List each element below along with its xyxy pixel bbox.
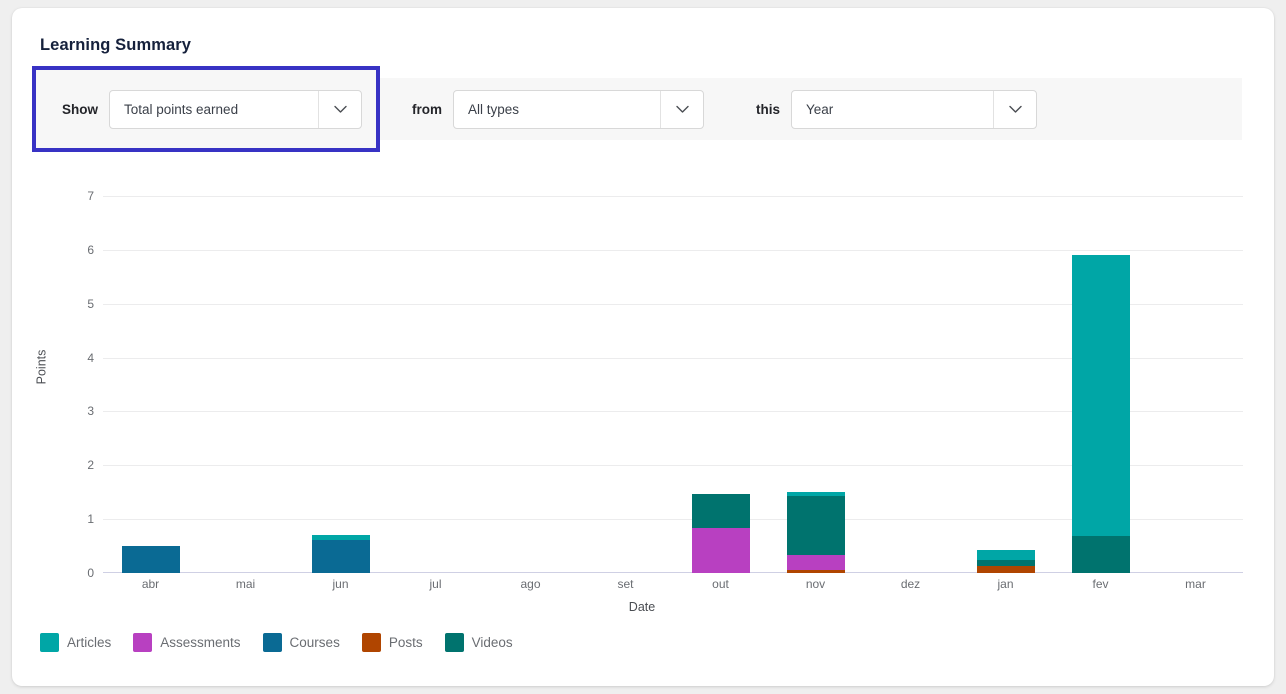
filter-group-from: from All types — [386, 78, 704, 140]
bar-nov[interactable] — [786, 492, 845, 573]
x-axis-label: Date — [628, 600, 656, 614]
y-axis-tick: 6 — [87, 242, 94, 257]
select-show[interactable]: Total points earned — [109, 89, 362, 129]
bar-segment-assessments[interactable] — [786, 555, 845, 571]
y-axis-tick: 0 — [87, 566, 94, 580]
bar-segment-articles[interactable] — [1071, 255, 1130, 537]
legend-item-posts[interactable]: Posts — [361, 633, 423, 652]
filter-label-show: Show — [62, 101, 98, 117]
x-axis-tick: ago — [520, 577, 541, 591]
bar-out[interactable] — [691, 493, 750, 573]
bar-segment-posts[interactable] — [976, 565, 1035, 573]
legend-label: Videos — [471, 635, 513, 650]
bar-jun[interactable] — [311, 535, 370, 573]
y-axis-tick: 4 — [87, 350, 94, 365]
bar-segment-courses[interactable] — [311, 539, 370, 573]
legend-swatch-assessments — [133, 633, 153, 652]
x-axis-tick: mar — [1185, 577, 1206, 591]
bar-segment-videos[interactable] — [1071, 536, 1130, 573]
bar-jan[interactable] — [976, 550, 1035, 573]
learning-summary-chart: Points 0 1 2 3 4 5 6 7 abr mai jun jul ago set out nov… — [34, 158, 1248, 628]
bar-segment-assessments[interactable] — [691, 528, 750, 573]
chart-legend: Articles Assessments Courses Posts Videos — [40, 633, 535, 652]
x-axis-tick: dez — [900, 577, 921, 591]
select-value-this: Year — [806, 101, 834, 117]
legend-swatch-courses — [262, 633, 282, 652]
legend-swatch-articles — [40, 633, 59, 652]
page-title: Learning Summary — [40, 36, 192, 54]
x-axis-tick: nov — [805, 577, 826, 591]
select-value-show: Total points earned — [124, 101, 239, 117]
filter-label-from: from — [412, 101, 442, 117]
x-axis-tick: jul — [429, 577, 442, 591]
bar-segment-posts[interactable] — [786, 570, 845, 573]
filter-group-show: Show Total points earned — [32, 66, 380, 152]
bar-segment-videos[interactable] — [786, 495, 845, 556]
legend-label: Courses — [289, 635, 340, 650]
bar-abr[interactable] — [121, 546, 180, 573]
x-axis-tick: set — [617, 577, 634, 591]
select-from[interactable]: All types — [453, 89, 704, 129]
legend-swatch-posts — [361, 633, 381, 652]
y-axis-tick: 1 — [87, 512, 94, 527]
legend-label: Assessments — [160, 635, 241, 650]
x-axis-tick: jun — [332, 577, 349, 591]
x-axis-tick: abr — [141, 577, 160, 591]
x-axis-tick: jan — [997, 577, 1014, 591]
gridline — [103, 196, 1243, 197]
x-axis-tick: fev — [1092, 577, 1109, 591]
chevron-down-icon[interactable] — [318, 90, 361, 128]
bar-fev[interactable] — [1071, 255, 1130, 573]
plot-area — [103, 196, 1243, 573]
x-axis-ticks: abr mai jun jul ago set out nov dez jan fev mar — [103, 577, 1243, 597]
y-axis-tick: 2 — [87, 458, 94, 473]
filter-toolbar: Show Total points earned from All types this… — [32, 66, 1242, 152]
filter-group-this: this Year — [730, 78, 1038, 140]
x-axis-tick: mai — [235, 577, 256, 591]
legend-item-assessments[interactable]: Assessments — [133, 633, 241, 652]
legend-swatch-videos — [444, 633, 464, 652]
filter-label-this: this — [756, 101, 781, 117]
legend-item-courses[interactable]: Courses — [262, 633, 340, 652]
select-value-from: All types — [468, 101, 520, 117]
select-this[interactable]: Year — [791, 89, 1038, 129]
y-axis-tick: 5 — [87, 296, 94, 311]
legend-label: Posts — [388, 635, 423, 650]
legend-item-articles[interactable]: Articles — [40, 633, 111, 652]
y-axis-label: Points — [34, 349, 49, 385]
chevron-down-icon[interactable] — [660, 90, 703, 128]
gridline — [103, 249, 1243, 251]
bar-segment-videos[interactable] — [691, 493, 750, 529]
x-axis-tick: out — [712, 577, 729, 591]
legend-item-videos[interactable]: Videos — [444, 633, 513, 652]
y-axis-tick: 3 — [87, 404, 94, 419]
legend-label: Articles — [67, 635, 112, 650]
y-axis-tick: 7 — [87, 189, 94, 203]
bar-segment-articles[interactable] — [976, 550, 1035, 560]
y-axis-ticks: 0 1 2 3 4 5 6 7 — [64, 189, 94, 580]
bar-segment-courses[interactable] — [121, 546, 180, 573]
chevron-down-icon[interactable] — [993, 90, 1036, 128]
learning-summary-card: Learning Summary Show Total points earned… — [12, 8, 1274, 686]
